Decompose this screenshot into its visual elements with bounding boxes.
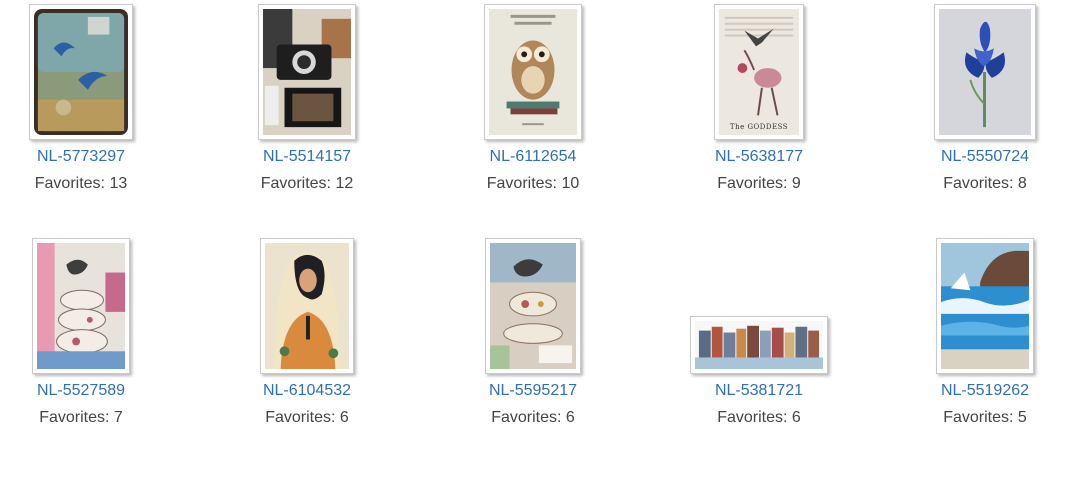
- seaside-cliff-icon: [941, 243, 1029, 369]
- blue-iris-icon: [939, 9, 1031, 135]
- owl-on-books-icon: [489, 9, 577, 135]
- favorites-count: Favorites: 10: [486, 175, 580, 192]
- favorites-count: Favorites: 5: [943, 409, 1027, 426]
- postcard-thumbnail[interactable]: [934, 4, 1036, 140]
- postcard-thumbnail[interactable]: The GODDESS: [714, 4, 804, 140]
- postcard-thumbnail[interactable]: [936, 238, 1034, 374]
- postcard-thumbnail[interactable]: [690, 316, 828, 374]
- postcard-id-link[interactable]: NL-6104532: [217, 382, 397, 400]
- postcard-id-link[interactable]: NL-5527589: [0, 382, 171, 400]
- goddess-heron-icon: The GODDESS: [719, 9, 799, 135]
- postcard-card: NL-5595217 Favorites: 6: [443, 234, 623, 454]
- postcard-card: NL-6104532 Favorites: 6: [217, 234, 397, 454]
- postcard-thumbnail[interactable]: [485, 238, 581, 374]
- favorites-count: Favorites: 7: [39, 409, 123, 426]
- favorites-count: Favorites: 8: [943, 175, 1027, 192]
- favorites-count: Favorites: 9: [717, 175, 801, 192]
- postcard-card: NL-5519262 Favorites: 5: [895, 234, 1070, 454]
- postcard-thumbnail[interactable]: [260, 238, 354, 374]
- favorites-count: Favorites: 6: [491, 409, 575, 426]
- woman-portrait-icon: [265, 243, 349, 369]
- postcard-id-link[interactable]: NL-5550724: [895, 148, 1070, 166]
- goddess-caption: The GODDESS: [729, 123, 789, 131]
- postcard-id-link[interactable]: NL-5773297: [0, 148, 171, 166]
- postcard-card: NL-5527589 Favorites: 7: [0, 234, 171, 454]
- postcard-card: NL-5381721 Favorites: 6: [669, 234, 849, 454]
- favorites-count: Favorites: 12: [260, 175, 354, 192]
- postcard-gallery: NL-5773297 Favorites: 13 NL-5514157 Favo…: [0, 0, 1070, 479]
- postcard-card: NL-5773297 Favorites: 13: [0, 0, 171, 220]
- camera-collage-icon: [263, 9, 351, 135]
- postcard-id-link[interactable]: NL-5595217: [443, 382, 623, 400]
- blue-birds-collage-icon: [34, 9, 128, 135]
- postcard-thumbnail[interactable]: [29, 4, 133, 140]
- postcard-card: NL-5514157 Favorites: 12: [217, 0, 397, 220]
- postcard-id-link[interactable]: NL-5514157: [217, 148, 397, 166]
- favorites-count: Favorites: 13: [34, 175, 128, 192]
- favorites-count: Favorites: 6: [717, 409, 801, 426]
- postcard-id-link[interactable]: NL-5519262: [895, 382, 1070, 400]
- bird-teacups-icon: [37, 243, 125, 369]
- postcard-thumbnail[interactable]: [32, 238, 130, 374]
- bird-teacup-icon: [490, 243, 576, 369]
- postcard-card: NL-5550724 Favorites: 8: [895, 0, 1070, 220]
- postcard-thumbnail[interactable]: [258, 4, 356, 140]
- postcard-id-link[interactable]: NL-5381721: [669, 382, 849, 400]
- postcard-card: The GODDESS NL-5638177 Favorites: 9: [669, 0, 849, 220]
- postcard-card: NL-6112654 Favorites: 10: [443, 0, 623, 220]
- canal-houses-icon: [695, 321, 823, 369]
- postcard-id-link[interactable]: NL-5638177: [669, 148, 849, 166]
- postcard-thumbnail[interactable]: [484, 4, 582, 140]
- favorites-count: Favorites: 6: [265, 409, 349, 426]
- postcard-id-link[interactable]: NL-6112654: [443, 148, 623, 166]
